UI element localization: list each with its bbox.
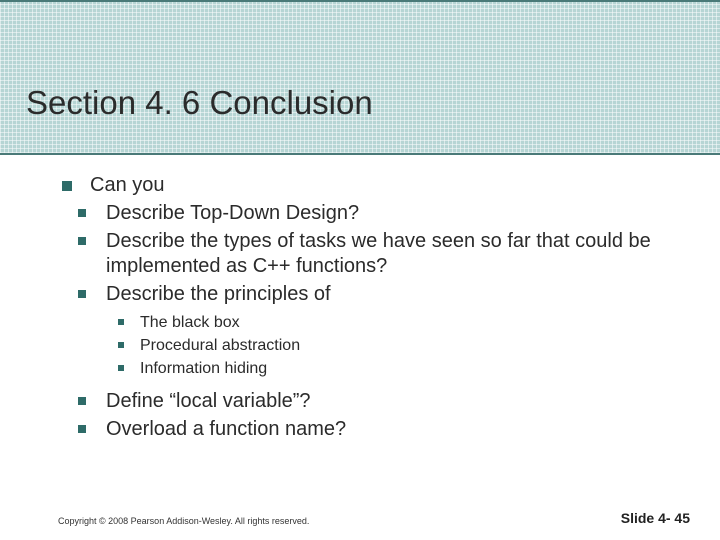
square-bullet-icon — [118, 365, 124, 371]
square-bullet-icon — [78, 425, 86, 433]
list-item-text: Describe the types of tasks we have seen… — [106, 230, 651, 277]
square-bullet-icon — [78, 290, 86, 298]
square-bullet-icon — [78, 397, 86, 405]
square-bullet-icon — [78, 209, 86, 217]
square-bullet-icon — [62, 181, 72, 191]
square-bullet-icon — [78, 237, 86, 245]
list-item: Overload a function name? — [78, 417, 692, 442]
list-item: Define “local variable”? — [78, 389, 692, 414]
slide-content: Can you Describe Top-Down Design? Descri… — [0, 155, 720, 442]
list-item: The black box — [118, 313, 692, 333]
list-item-text: Procedural abstraction — [140, 337, 300, 354]
list-item-text: Can you — [90, 174, 165, 196]
list-item: Can you — [62, 173, 692, 198]
header-band: Section 4. 6 Conclusion — [0, 0, 720, 155]
square-bullet-icon — [118, 342, 124, 348]
list-item: Describe the principles of — [78, 282, 692, 307]
list-item: Describe the types of tasks we have seen… — [78, 229, 692, 279]
list-item: Describe Top-Down Design? — [78, 201, 692, 226]
list-item-text: Describe the principles of — [106, 283, 331, 305]
list-item-text: Information hiding — [140, 360, 267, 377]
slide-number: Slide 4- 45 — [621, 510, 690, 526]
list-item-text: Overload a function name? — [106, 418, 346, 440]
copyright-text: Copyright © 2008 Pearson Addison-Wesley.… — [58, 516, 309, 526]
list-item: Information hiding — [118, 359, 692, 379]
list-item-text: Define “local variable”? — [106, 390, 311, 412]
slide-title: Section 4. 6 Conclusion — [26, 84, 373, 122]
list-item: Procedural abstraction — [118, 336, 692, 356]
list-item-text: The black box — [140, 314, 240, 331]
footer: Copyright © 2008 Pearson Addison-Wesley.… — [0, 510, 720, 526]
square-bullet-icon — [118, 319, 124, 325]
list-item-text: Describe Top-Down Design? — [106, 202, 359, 224]
